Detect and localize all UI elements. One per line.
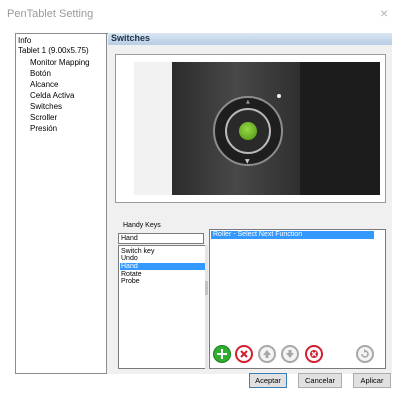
title-bar: PenTablet Setting × [0,0,398,30]
tree-item-scroller[interactable]: Scroller [30,113,57,122]
tablet-switch-illustration: ▼ ▲ [134,62,380,195]
arrow-up-glyph: ▲ [246,99,250,105]
window-title: PenTablet Setting [7,8,94,20]
handy-keys-scrollbar[interactable] [205,245,208,369]
tree-item-alcance[interactable]: Alcance [30,80,58,89]
list-item-undo[interactable]: Undo [120,255,205,262]
handy-key-current-field[interactable]: Hand [118,233,204,244]
reset-icon[interactable] [356,345,374,363]
tree-item-info[interactable]: Info [18,36,31,45]
list-item-hand[interactable]: Hand [120,263,205,270]
add-icon[interactable] [213,345,231,363]
delete-all-icon[interactable] [305,345,323,363]
ok-button[interactable]: Aceptar [249,373,287,388]
device-preview: ▼ ▲ [115,54,386,203]
list-item-rotate[interactable]: Rotate [120,271,205,278]
handy-keys-label: Handy Keys [123,222,161,229]
device-left-edge [134,62,172,195]
indicator-dot [277,94,281,98]
tree-item-celda-activa[interactable]: Celda Activa [30,91,74,100]
scrollbar-thumb[interactable] [205,281,208,295]
apply-button[interactable]: Aplicar [353,373,391,388]
device-dark-panel [300,62,380,195]
handy-keys-list[interactable]: Switch key Undo Hand Rotate Probe [118,245,206,369]
arrow-down-icon[interactable] [281,345,299,363]
cancel-button[interactable]: Cancelar [298,373,342,388]
close-icon[interactable]: × [380,5,388,21]
arrow-up-icon[interactable] [258,345,276,363]
settings-tree: Info Tablet 1 (9.00x5.75) Monitor Mappin… [15,33,107,374]
panel-header: Switches [108,33,392,45]
list-item-probe[interactable]: Probe [120,278,205,285]
tree-item-boton[interactable]: Botón [30,69,51,78]
panel-title: Switches [111,33,151,43]
tree-item-tablet[interactable]: Tablet 1 (9.00x5.75) [18,46,89,55]
tree-item-switches[interactable]: Switches [30,102,62,111]
tree-item-monitor-mapping[interactable]: Monitor Mapping [30,58,90,67]
function-item-selected[interactable]: Roller - Select Next Function [211,231,374,239]
arrow-down-glyph: ▼ [245,158,250,165]
delete-icon[interactable] [235,345,253,363]
list-item-switch-key[interactable]: Switch key [120,248,205,255]
roller-center-button [239,122,257,140]
tree-item-presion[interactable]: Presión [30,124,57,133]
